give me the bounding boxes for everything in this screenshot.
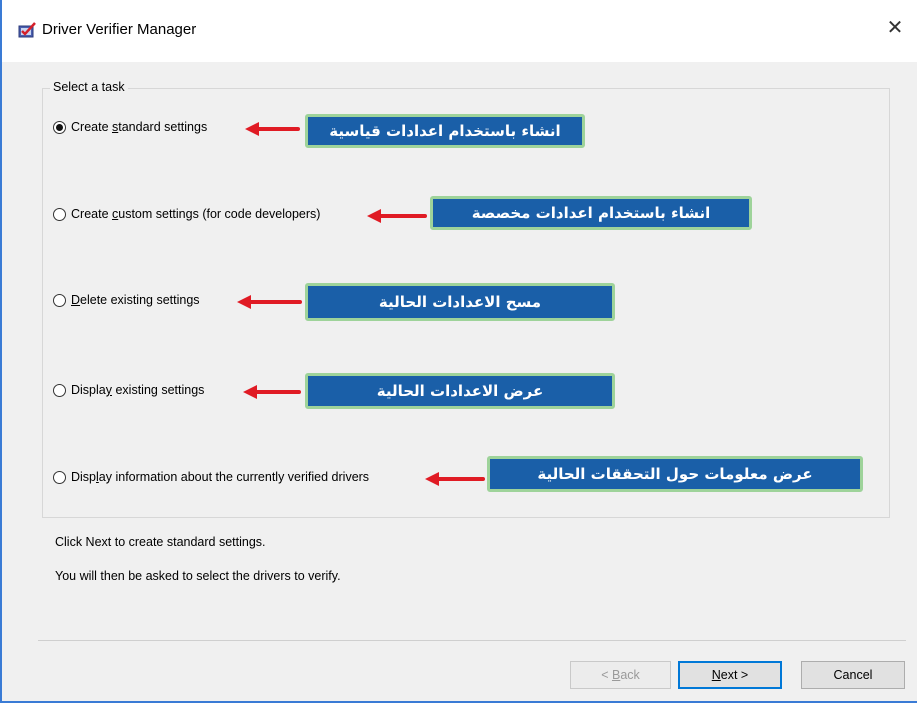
group-legend: Select a task	[50, 80, 128, 94]
radio-create-standard[interactable]	[53, 120, 66, 134]
red-arrow-icon	[245, 122, 300, 136]
option-label: Create custom settings (for code develop…	[71, 207, 321, 221]
back-button[interactable]: < Back	[570, 661, 671, 689]
window-title: Driver Verifier Manager	[42, 21, 197, 38]
red-arrow-icon	[237, 295, 302, 309]
callout-display-verified-info: عرض معلومات حول التحققات الحالية	[487, 456, 863, 492]
info-line-2: You will then be asked to select the dri…	[55, 569, 341, 583]
cancel-button[interactable]: Cancel	[801, 661, 905, 689]
next-button[interactable]: Next >	[678, 661, 782, 689]
info-line-1: Click Next to create standard settings.	[55, 535, 266, 549]
radio-create-custom[interactable]	[53, 207, 66, 221]
option-label: Delete existing settings	[71, 293, 200, 307]
option-create-custom[interactable]: Create custom settings (for code develop…	[53, 207, 320, 221]
callout-create-standard: انشاء باستخدام اعدادات قياسية	[305, 114, 585, 148]
radio-delete-existing[interactable]	[53, 293, 66, 307]
option-create-standard[interactable]: Create standard settings	[53, 120, 207, 134]
footer-divider	[38, 640, 906, 641]
option-label: Create standard settings	[71, 120, 208, 134]
radio-display-verified-info[interactable]	[53, 470, 66, 484]
callout-delete-existing: مسح الاعدادات الحالية	[305, 283, 615, 321]
callout-create-custom: انشاء باستخدام اعدادات مخصصة	[430, 196, 752, 230]
red-arrow-icon	[367, 209, 427, 223]
callout-display-existing: عرض الاعدادات الحالية	[305, 373, 615, 409]
option-label: Display existing settings	[71, 383, 205, 397]
red-arrow-icon	[243, 385, 301, 399]
close-button[interactable]: ✕	[873, 10, 917, 46]
option-delete-existing[interactable]: Delete existing settings	[53, 293, 200, 307]
option-display-verified-info[interactable]: Display information about the currently …	[53, 470, 369, 484]
radio-display-existing[interactable]	[53, 383, 66, 397]
title-bar: Driver Verifier Manager ✕	[2, 0, 917, 62]
option-label: Display information about the currently …	[71, 470, 370, 484]
red-arrow-icon	[425, 472, 485, 486]
checkmark-shield-icon	[18, 22, 36, 38]
option-display-existing[interactable]: Display existing settings	[53, 383, 204, 397]
